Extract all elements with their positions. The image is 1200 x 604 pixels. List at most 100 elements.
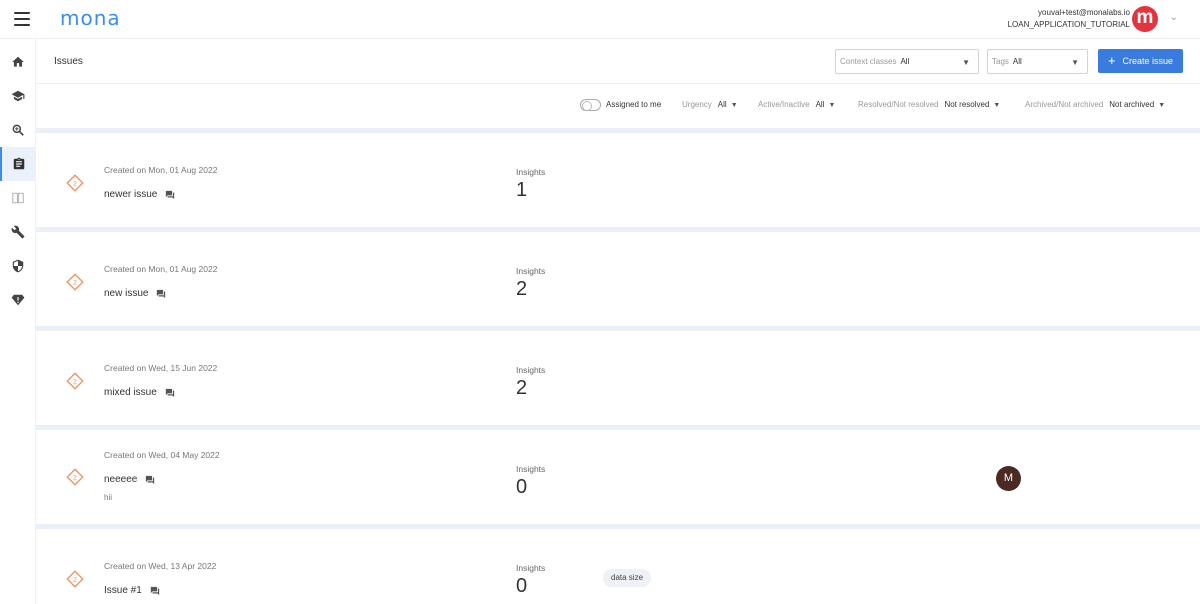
urgency-value: 2 <box>73 280 77 287</box>
filter-label: Urgency <box>682 100 712 109</box>
assignee-avatar[interactable]: M <box>996 466 1021 491</box>
chevron-down-icon: ▼ <box>1071 58 1079 67</box>
insights-count: 1 <box>516 179 528 201</box>
sidebar-item-tools[interactable] <box>0 215 36 249</box>
insights-label: Insights <box>516 266 546 276</box>
urgency-value: 2 <box>73 577 77 584</box>
filter-value: All <box>815 100 825 109</box>
active-filter[interactable]: Active/Inactive All ▼ <box>758 100 835 109</box>
sidebar-item-issues[interactable] <box>0 147 36 181</box>
filter-label: Archived/Not archived <box>1025 100 1104 109</box>
filter-value: All <box>717 100 727 109</box>
chevron-down-icon: ▼ <box>828 102 836 109</box>
insights-count: 2 <box>516 377 528 399</box>
chevron-down-icon: ▼ <box>1158 102 1166 109</box>
issue-title-text: new issue <box>104 288 149 299</box>
urgency-value: 2 <box>73 379 77 386</box>
issue-title-text: newer issue <box>104 189 158 200</box>
insights-count: 2 <box>516 278 528 300</box>
assigned-to-me-label: Assigned to me <box>606 100 662 109</box>
sidebar-item-alerts[interactable] <box>0 283 36 317</box>
urgency-filter[interactable]: Urgency All ▼ <box>682 100 738 109</box>
chevron-down-icon: ▼ <box>730 102 738 109</box>
issue-tag[interactable]: data size <box>603 569 652 587</box>
comment-icon[interactable] <box>150 586 160 596</box>
issue-card[interactable]: 2 Created on Mon, 01 Aug 2022 newer issu… <box>36 133 1200 227</box>
logo[interactable]: mona <box>60 6 121 30</box>
filter-label: Active/Inactive <box>758 100 810 109</box>
chevron-down-icon: ▼ <box>993 102 1001 109</box>
comment-icon[interactable] <box>165 190 175 200</box>
dropdown-label: Tags <box>992 57 1009 66</box>
urgency-diamond-icon: 2 <box>66 468 84 486</box>
graduation-cap-icon <box>11 90 25 102</box>
issue-title-text: neeeee <box>104 474 138 485</box>
issue-title: Issue #1 <box>104 585 160 596</box>
sidebar-item-security[interactable] <box>0 249 36 283</box>
filter-label: Resolved/Not resolved <box>858 100 939 109</box>
issue-card[interactable]: 2 Created on Wed, 04 May 2022 neeeee hii… <box>36 430 1200 524</box>
issue-title: neeeee <box>104 474 155 485</box>
page-header: Issues Context classes All ▼ Tags All ▼ … <box>36 39 1200 84</box>
insights-label: Insights <box>516 464 546 474</box>
insights-label: Insights <box>516 167 546 177</box>
plus-icon: + <box>1107 53 1116 68</box>
issue-description: hii <box>104 493 113 502</box>
created-date: Created on Mon, 01 Aug 2022 <box>104 165 218 175</box>
issues-list: 2 Created on Mon, 01 Aug 2022 newer issu… <box>36 128 1200 604</box>
sidebar-item-docs[interactable] <box>0 181 36 215</box>
shield-icon <box>12 259 24 273</box>
filters-bar: Assigned to me Urgency All ▼ Active/Inacti… <box>36 84 1200 128</box>
account-info: youval+test@monalabs.io LOAN_APPLICATION… <box>1008 7 1130 31</box>
menu-icon[interactable] <box>14 12 30 26</box>
filter-value: Not resolved <box>944 100 990 109</box>
context-classes-dropdown[interactable]: Context classes All ▼ <box>835 49 979 74</box>
issue-title-text: mixed issue <box>104 387 157 398</box>
archived-filter[interactable]: Archived/Not archived Not archived ▼ <box>1025 100 1165 109</box>
chevron-down-icon[interactable]: ⌄ <box>1170 12 1178 23</box>
comment-icon[interactable] <box>145 475 155 485</box>
issue-card[interactable]: 2 Created on Wed, 13 Apr 2022 Issue #1 I… <box>36 529 1200 604</box>
wrench-icon <box>11 225 25 239</box>
account-email: youval+test@monalabs.io <box>1038 8 1130 17</box>
resolved-filter[interactable]: Resolved/Not resolved Not resolved ▼ <box>858 100 1000 109</box>
issue-card[interactable]: 2 Created on Mon, 01 Aug 2022 new issue … <box>36 232 1200 326</box>
issue-title: mixed issue <box>104 387 175 398</box>
home-icon <box>12 56 24 67</box>
filter-value: Not archived <box>1109 100 1155 109</box>
urgency-diamond-icon: 2 <box>66 273 84 291</box>
insights-label: Insights <box>516 365 546 375</box>
page-title: Issues <box>54 56 83 67</box>
top-bar: mona youval+test@monalabs.io LOAN_APPLIC… <box>0 0 1200 39</box>
comment-icon[interactable] <box>165 388 175 398</box>
urgency-diamond-icon: 2 <box>66 174 84 192</box>
issue-card[interactable]: 2 Created on Wed, 15 Jun 2022 mixed issu… <box>36 331 1200 425</box>
created-date: Created on Wed, 13 Apr 2022 <box>104 561 217 571</box>
sidebar-item-home[interactable] <box>0 45 36 79</box>
issue-title: newer issue <box>104 189 175 200</box>
urgency-value: 2 <box>73 181 77 188</box>
insights-label: Insights <box>516 563 546 573</box>
insights-count: 0 <box>516 575 528 597</box>
dropdown-value: All <box>1012 57 1022 66</box>
create-issue-label: Create issue <box>1122 56 1174 66</box>
urgency-value: 2 <box>73 475 77 482</box>
tags-dropdown[interactable]: Tags All ▼ <box>987 49 1088 74</box>
sidebar-item-learn[interactable] <box>0 79 36 113</box>
assigned-to-me-toggle[interactable] <box>580 99 601 111</box>
created-date: Created on Wed, 15 Jun 2022 <box>104 363 218 373</box>
account-workspace: LOAN_APPLICATION_TUTORIAL <box>1007 20 1130 29</box>
create-issue-button[interactable]: + Create issue <box>1098 49 1183 73</box>
book-icon <box>12 192 24 204</box>
created-date: Created on Mon, 01 Aug 2022 <box>104 264 218 274</box>
sidebar <box>0 39 36 604</box>
search-icon <box>12 124 24 136</box>
sidebar-item-search[interactable] <box>0 113 36 147</box>
avatar[interactable]: m <box>1132 6 1158 32</box>
issue-title-text: Issue #1 <box>104 585 142 596</box>
dropdown-value: All <box>900 57 910 66</box>
comment-icon[interactable] <box>156 289 166 299</box>
issue-title: new issue <box>104 288 166 299</box>
urgency-diamond-icon: 2 <box>66 372 84 390</box>
clipboard-icon <box>13 157 25 170</box>
